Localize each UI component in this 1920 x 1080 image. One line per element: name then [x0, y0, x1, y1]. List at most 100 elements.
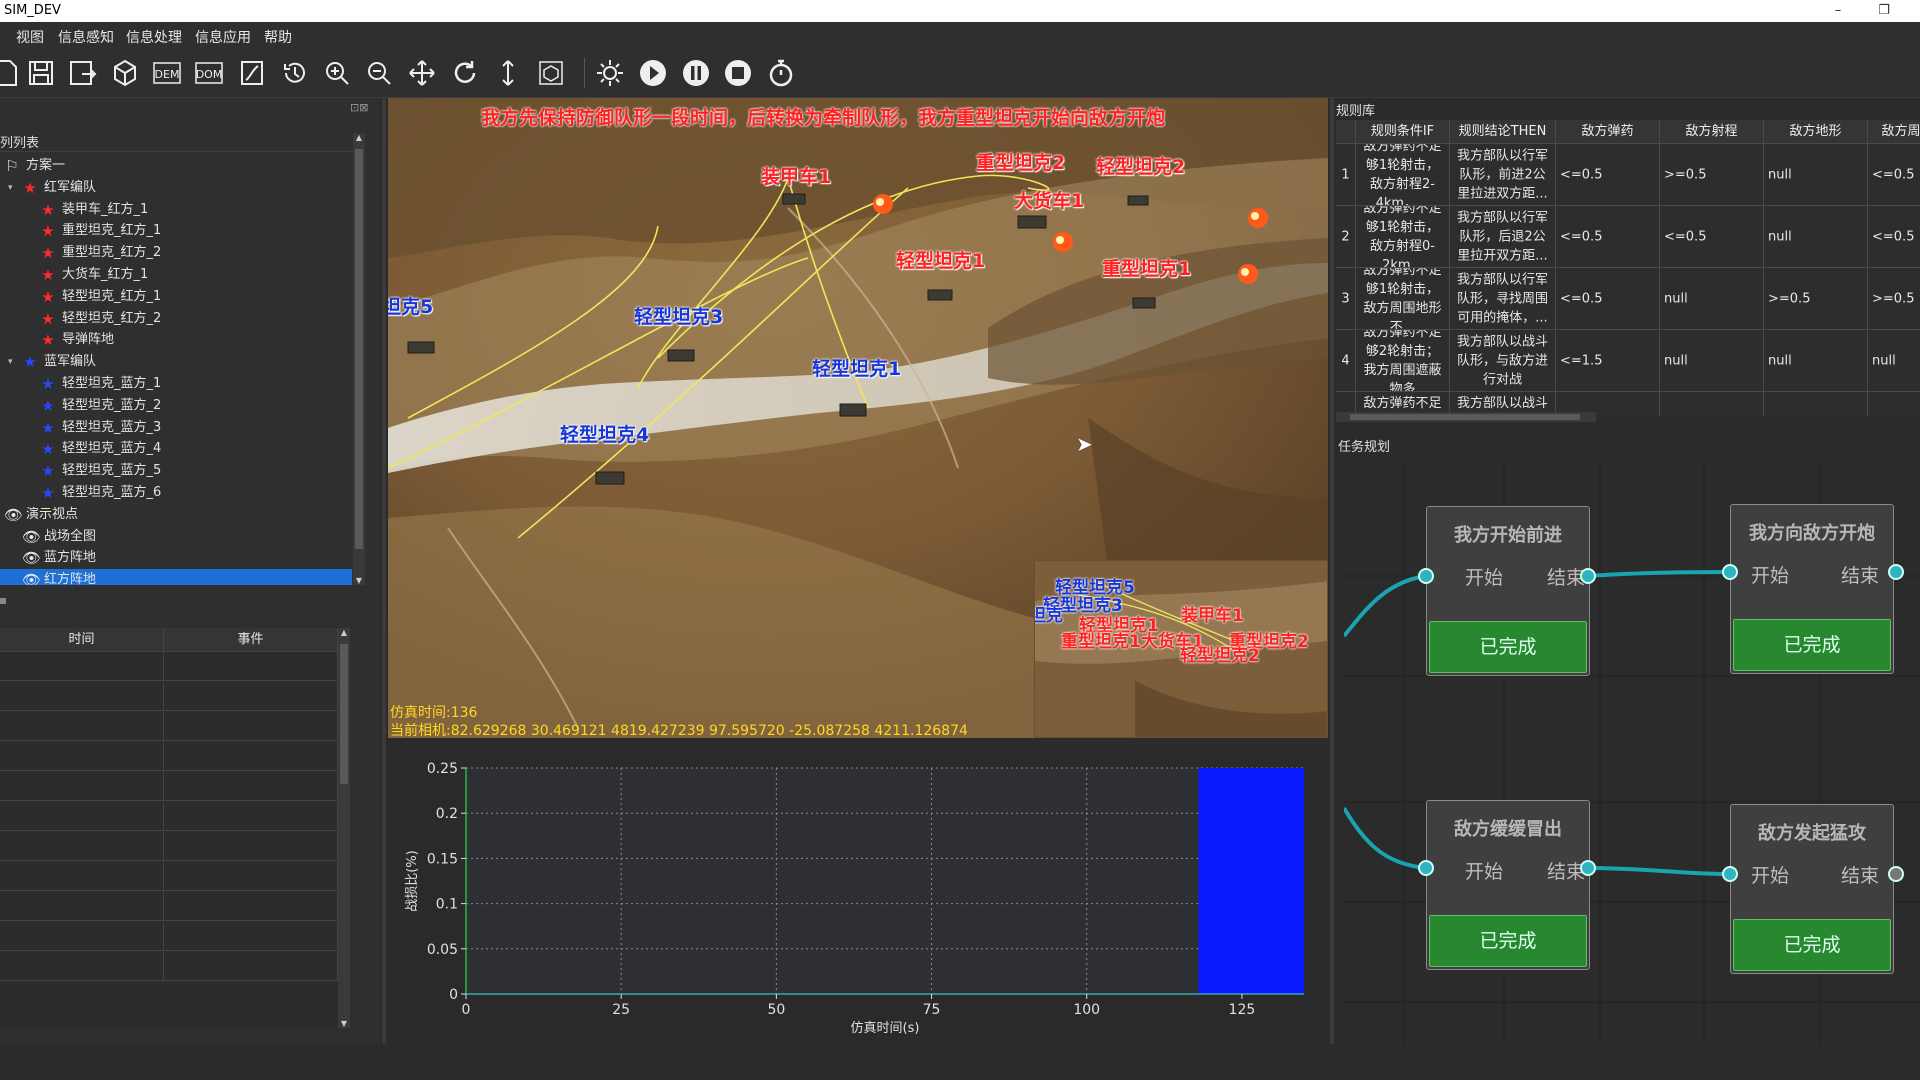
rules-cell-if[interactable]: 敌方弹药不足够1轮射击，敌方射程2-4km，...	[1356, 144, 1450, 206]
tree-item[interactable]: ★ 大货车_红方_1	[0, 264, 352, 286]
tree-item[interactable]: ★ 轻型坦克_蓝方_5	[0, 460, 352, 482]
new-file-icon[interactable]	[0, 56, 24, 90]
rules-cell-then[interactable]: 我方部队以行军队形，后退2公里拉开双方距...	[1450, 206, 1556, 268]
menu-info-perception[interactable]: 信息感知	[58, 27, 114, 47]
event-col-time[interactable]: 时间	[0, 628, 164, 652]
rules-cell-then[interactable]: 我方部队以行军队形，寻找周围可用的掩体，...	[1450, 268, 1556, 330]
menu-help[interactable]: 帮助	[264, 27, 292, 47]
event-col-event[interactable]: 事件	[164, 628, 338, 652]
rules-hscroll-thumb[interactable]	[1350, 414, 1580, 420]
light-icon[interactable]	[593, 56, 627, 90]
table-row[interactable]	[0, 922, 338, 951]
tree-item[interactable]: ★ 轻型坦克_红方_1	[0, 286, 352, 308]
rules-corner[interactable]	[1336, 120, 1356, 144]
rules-cell-no[interactable]: 1	[1336, 144, 1356, 206]
rules-cell-no[interactable]: 3	[1336, 268, 1356, 330]
node-status-done[interactable]: 已完成	[1429, 621, 1587, 673]
refresh-icon[interactable]	[448, 56, 482, 90]
table-row[interactable]	[0, 892, 338, 921]
dom-icon[interactable]: DOM	[192, 56, 226, 90]
tree-item[interactable]: ★ 轻型坦克_蓝方_6	[0, 482, 352, 504]
play-icon[interactable]	[636, 56, 670, 90]
event-scroll-thumb[interactable]	[340, 644, 348, 784]
rules-col-header[interactable]: 敌方射程	[1660, 120, 1764, 144]
vertical-move-icon[interactable]	[491, 56, 525, 90]
expand-arrow-icon[interactable]: ▾	[8, 177, 20, 199]
tree-item[interactable]: ★ 装甲车_红方_1	[0, 199, 352, 221]
rules-cell-then[interactable]: 我方部队以行军队形，前进2公里拉进双方距...	[1450, 144, 1556, 206]
minimap[interactable]: 轻型坦克5 轻型坦克3 坦克 装甲车1 轻型坦克1 重型坦克1大货车1 重型坦克…	[1034, 560, 1328, 738]
tree-item[interactable]: ★ 重型坦克_红方_1	[0, 220, 352, 242]
tree-item[interactable]: 👁 演示视点	[0, 504, 352, 526]
rules-cell-ammo[interactable]: <=1.5	[1556, 330, 1660, 392]
rules-cell-around[interactable]: <=0.5	[1868, 206, 1920, 268]
port-out-advance[interactable]	[1580, 568, 1596, 584]
tree-item[interactable]: ★ 导弹阵地	[0, 329, 352, 351]
event-scrollbar[interactable]: ▲ ▼	[338, 628, 350, 1028]
pause-icon[interactable]	[679, 56, 713, 90]
tree-item[interactable]: ★ 重型坦克_红方_2	[0, 242, 352, 264]
rules-cell-if[interactable]: 敌方弹药不足够2轮射击；我方周围遮蔽物多	[1356, 330, 1450, 392]
timer-icon[interactable]	[764, 56, 798, 90]
node-status-done[interactable]: 已完成	[1733, 919, 1891, 971]
task-node-advance[interactable]: 我方开始前进 开始 结束 已完成	[1426, 506, 1590, 676]
tree-item[interactable]: 👁 蓝方阵地	[0, 547, 352, 569]
scroll-down-icon[interactable]: ▼	[353, 576, 365, 585]
table-row[interactable]	[0, 832, 338, 861]
rules-cell-then[interactable]: 我方部队以战斗队形，与敌方进行对战	[1450, 330, 1556, 392]
restore-button[interactable]: ❐	[1866, 0, 1902, 22]
task-node-fire[interactable]: 我方向敌方开炮 开始 结束 已完成	[1730, 504, 1894, 674]
model-icon[interactable]	[534, 56, 568, 90]
rules-col-header[interactable]: 规则条件IF	[1356, 120, 1450, 144]
rules-cell-if[interactable]: 敌方弹药不足够1轮射击，敌方周围地形不...	[1356, 268, 1450, 330]
table-row[interactable]	[0, 742, 338, 771]
task-flow-canvas[interactable]: 我方开始前进 开始 结束 已完成 我方向敌方开炮 开始 结束 已完成 敌方缓缓冒…	[1344, 462, 1920, 1046]
tree-scroll-thumb[interactable]	[355, 149, 363, 549]
node-status-done[interactable]: 已完成	[1429, 915, 1587, 967]
rules-cell-range[interactable]	[1660, 392, 1764, 416]
rules-hscrollbar[interactable]	[1336, 412, 1596, 422]
pan-icon[interactable]	[405, 56, 439, 90]
save-icon[interactable]	[24, 56, 58, 90]
rules-cell-if[interactable]: 敌方弹药不足够1轮射击，敌方射程0-2km...	[1356, 206, 1450, 268]
port-in-fire[interactable]	[1722, 564, 1738, 580]
save-as-icon[interactable]	[66, 56, 100, 90]
rules-cell-around[interactable]: <=0.5	[1868, 144, 1920, 206]
scroll-down-icon[interactable]: ▼	[338, 1019, 350, 1028]
port-out-attack[interactable]	[1888, 866, 1904, 882]
port-out-emerge[interactable]	[1580, 860, 1596, 876]
table-row[interactable]	[0, 712, 338, 741]
port-in-advance[interactable]	[1418, 568, 1434, 584]
rules-cell-terrain[interactable]: >=0.5	[1764, 268, 1868, 330]
rules-col-header[interactable]: 敌方地形	[1764, 120, 1868, 144]
rules-cell-terrain[interactable]: null	[1764, 206, 1868, 268]
rules-cell-terrain[interactable]: null	[1764, 330, 1868, 392]
3d-map-view[interactable]: 我方先保持防御队形一段时间，后转换为牵制队形，我方重型坦克开始向敌方开炮 装甲车…	[388, 98, 1328, 738]
task-node-enemy-attack[interactable]: 敌方发起猛攻 开始 结束 已完成	[1730, 804, 1894, 974]
tree-item[interactable]: ★ 轻型坦克_蓝方_2	[0, 395, 352, 417]
rules-cell-around[interactable]: >=0.5	[1868, 268, 1920, 330]
rules-cell-range[interactable]: <=0.5	[1660, 206, 1764, 268]
tree-item[interactable]: ★ 轻型坦克_蓝方_1	[0, 373, 352, 395]
table-row[interactable]	[0, 952, 338, 981]
table-row[interactable]	[0, 652, 338, 681]
stop-icon[interactable]	[721, 56, 755, 90]
menu-view[interactable]: 视图	[16, 27, 44, 47]
curve-icon[interactable]	[235, 56, 269, 90]
export-3d-icon[interactable]	[108, 56, 142, 90]
rules-cell-terrain[interactable]	[1764, 392, 1868, 416]
tree-item[interactable]: 👁 红方阵地	[0, 569, 352, 585]
rules-cell-ammo[interactable]: <=0.5	[1556, 268, 1660, 330]
rules-col-header[interactable]: 敌方周围	[1868, 120, 1920, 144]
rules-cell-terrain[interactable]: null	[1764, 144, 1868, 206]
rules-cell-range[interactable]: null	[1660, 268, 1764, 330]
splitter-right[interactable]	[1330, 98, 1334, 1058]
table-row[interactable]	[0, 862, 338, 891]
tree-item[interactable]: ★ 轻型坦克_蓝方_3	[0, 417, 352, 439]
rules-cell-around[interactable]	[1868, 392, 1920, 416]
table-row[interactable]	[0, 682, 338, 711]
rules-cell-range[interactable]: >=0.5	[1660, 144, 1764, 206]
port-in-emerge[interactable]	[1418, 860, 1434, 876]
dem-icon[interactable]: DEM	[150, 56, 184, 90]
tree-scrollbar[interactable]: ▲ ▼	[353, 133, 365, 585]
